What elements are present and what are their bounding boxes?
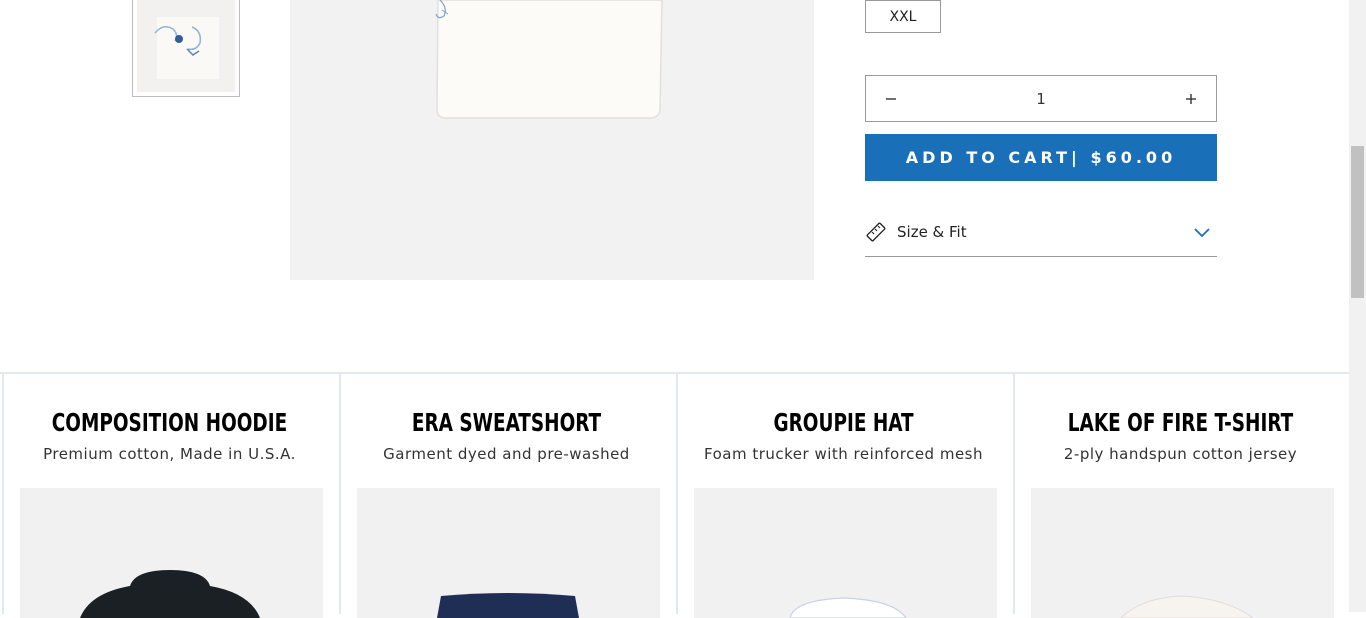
- add-to-cart-label: ADD TO CART| $60.00: [905, 148, 1177, 167]
- related-product-card[interactable]: GROUPIE HAT Foam trucker with reinforced…: [676, 374, 1009, 618]
- product-title: LAKE OF FIRE T-SHIRT: [1067, 408, 1294, 437]
- product-thumbnail[interactable]: [132, 0, 240, 97]
- hat-image: [789, 597, 907, 618]
- product-title: GROUPIE HAT: [773, 408, 914, 437]
- add-to-cart-button[interactable]: ADD TO CART| $60.00: [865, 134, 1217, 181]
- product-subtitle: Foam trucker with reinforced mesh: [703, 445, 983, 463]
- page-scrollbar-track[interactable]: [1349, 0, 1366, 612]
- product-image[interactable]: [694, 488, 997, 618]
- size-option-label: XXL: [889, 8, 917, 25]
- product-subtitle: Garment dyed and pre-washed: [383, 445, 630, 463]
- tshirt-image: [1120, 595, 1254, 618]
- product-image[interactable]: [357, 488, 660, 618]
- hoodie-image: [80, 570, 260, 618]
- increase-quantity-button[interactable]: [1166, 76, 1216, 121]
- decrease-quantity-button[interactable]: [866, 76, 916, 121]
- product-subtitle: Premium cotton, Made in U.S.A.: [43, 445, 296, 463]
- product-main-image[interactable]: [290, 0, 814, 280]
- related-product-card[interactable]: LAKE OF FIRE T-SHIRT 2-ply handspun cott…: [1013, 374, 1346, 618]
- minus-icon: [886, 97, 896, 100]
- size-option-xxl[interactable]: XXL: [865, 0, 941, 33]
- chevron-down-icon: [1194, 228, 1210, 238]
- tshirt-thumbnail-graphic: [154, 17, 219, 79]
- product-image[interactable]: [20, 488, 323, 618]
- sweatshort-image: [437, 593, 579, 618]
- thumbnail-image: [137, 0, 235, 92]
- page-scrollbar-thumb[interactable]: [1351, 146, 1364, 298]
- quantity-stepper: 1: [865, 75, 1217, 122]
- product-title: COMPOSITION HOODIE: [51, 408, 288, 437]
- size-fit-accordion[interactable]: Size & Fit: [865, 208, 1217, 257]
- tshirt-image: [435, 0, 663, 119]
- plus-icon: [1185, 93, 1196, 104]
- related-products: COMPOSITION HOODIE Premium cotton, Made …: [0, 372, 1349, 618]
- product-title: ERA SWEATSHORT: [411, 408, 602, 437]
- product-image[interactable]: [1031, 488, 1334, 618]
- related-product-card[interactable]: COMPOSITION HOODIE Premium cotton, Made …: [2, 374, 335, 618]
- product-subtitle: 2-ply handspun cotton jersey: [1063, 445, 1298, 463]
- ruler-icon: [866, 222, 886, 242]
- size-fit-label: Size & Fit: [897, 223, 967, 241]
- quantity-value[interactable]: 1: [1036, 90, 1046, 108]
- related-product-card[interactable]: ERA SWEATSHORT Garment dyed and pre-wash…: [339, 374, 672, 618]
